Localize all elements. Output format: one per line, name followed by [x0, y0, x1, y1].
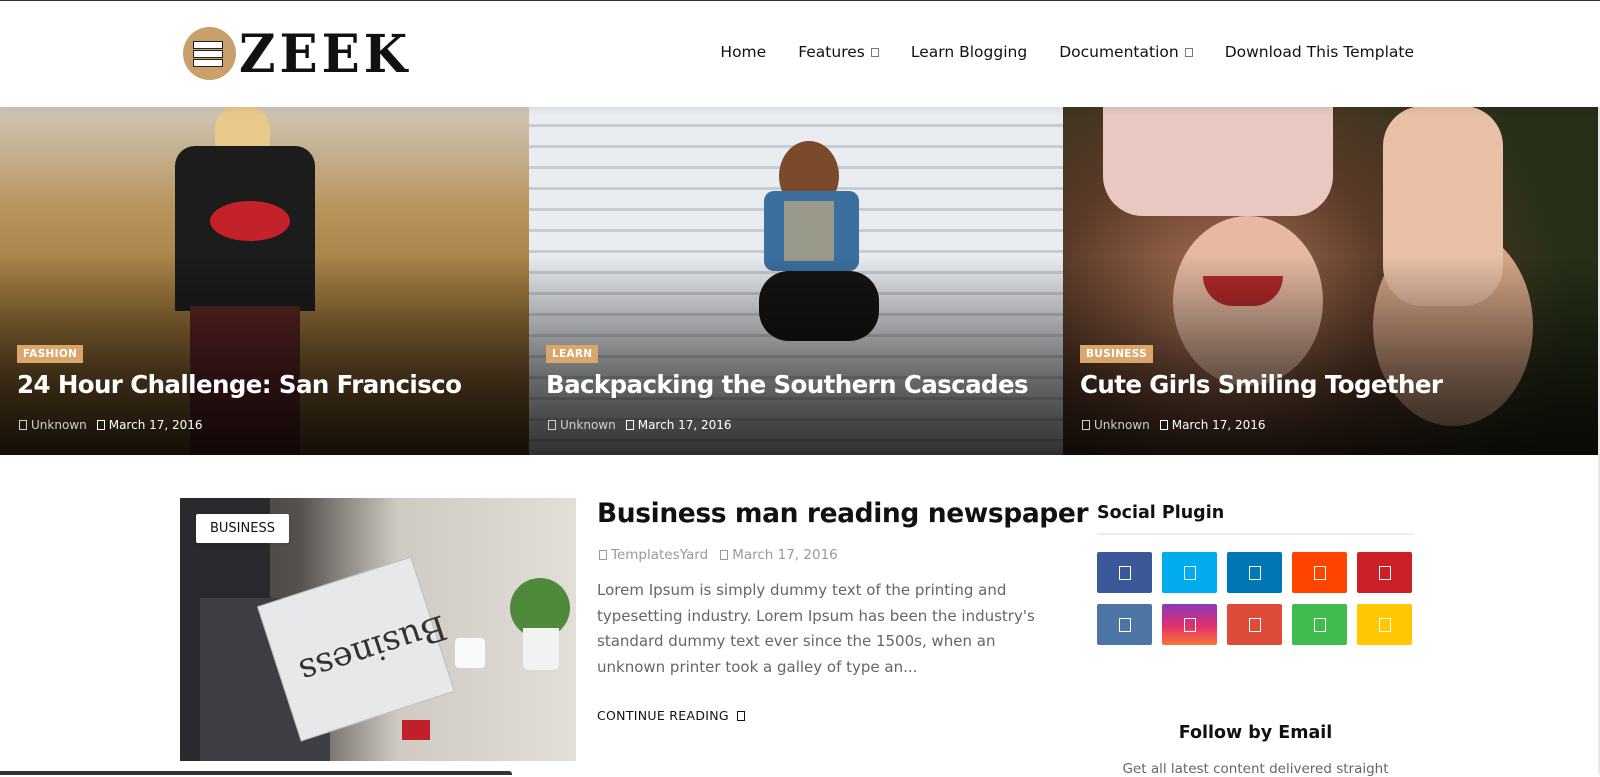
instagram-button[interactable] [1162, 604, 1217, 645]
divider [1097, 533, 1414, 535]
user-icon [548, 420, 556, 430]
hero-slider: FASHION 24 Hour Challenge: San Francisco… [0, 106, 1600, 455]
snapchat-icon [1378, 617, 1391, 632]
nav-label: Features [798, 43, 865, 61]
scroll-bar[interactable] [0, 771, 512, 775]
linkedin-icon [1248, 565, 1261, 580]
slide-meta: Unknown March 17, 2016 [548, 418, 732, 432]
whatsapp-icon [1313, 617, 1326, 632]
newspaper-headline: Business [294, 606, 452, 692]
reddit-button[interactable] [1292, 552, 1347, 593]
facebook-button[interactable] [1097, 552, 1152, 593]
site-header: ZEEK Home Features Learn Blogging Docume… [0, 0, 1600, 107]
follow-email-title: Follow by Email [1178, 723, 1333, 743]
nav-label: Documentation [1059, 43, 1179, 61]
linkedin-button[interactable] [1227, 552, 1282, 593]
post-excerpt: Lorem Ipsum is simply dummy text of the … [597, 581, 1035, 676]
continue-reading-link[interactable]: CONTINUE READING [597, 708, 749, 723]
whatsapp-button[interactable] [1292, 604, 1347, 645]
category-badge[interactable]: BUSINESS [196, 514, 289, 543]
category-badge[interactable]: LEARN [546, 345, 599, 363]
category-badge[interactable]: BUSINESS [1080, 345, 1154, 363]
logo-text: ZEEK [239, 22, 412, 84]
post-author[interactable]: Unknown [548, 418, 616, 432]
social-buttons [1097, 552, 1414, 645]
vk-button[interactable] [1097, 604, 1152, 645]
nav-label: Learn Blogging [910, 43, 1028, 61]
slide-meta: Unknown March 17, 2016 [1082, 418, 1266, 432]
nav-item-features[interactable]: Features [798, 43, 879, 61]
post-date: March 17, 2016 [96, 418, 203, 432]
hero-slide[interactable]: FASHION 24 Hour Challenge: San Francisco… [0, 106, 529, 455]
clock-icon [96, 420, 105, 430]
clock-icon [1159, 420, 1168, 430]
nav-item-learn-blogging[interactable]: Learn Blogging [911, 43, 1027, 61]
reddit-icon [1313, 565, 1326, 580]
logo-emblem-icon [183, 27, 236, 80]
arrow-right-icon [736, 710, 745, 721]
post-author[interactable]: Unknown [19, 418, 87, 432]
twitter-button[interactable] [1162, 552, 1217, 593]
pinterest-icon [1378, 565, 1391, 580]
post-date: March 17, 2016 [720, 547, 838, 563]
category-badge[interactable]: FASHION [17, 345, 84, 363]
social-widget-title: Social Plugin [1097, 503, 1225, 523]
site-logo[interactable]: ZEEK [183, 26, 411, 81]
clock-icon [625, 420, 634, 430]
google-plus-icon [1248, 617, 1261, 632]
instagram-icon [1183, 617, 1196, 632]
vk-icon [1118, 617, 1131, 632]
user-icon [599, 550, 607, 560]
clock-icon [720, 550, 729, 560]
main-nav: Home Features Learn Blogging Documentati… [720, 43, 1414, 61]
google-plus-button[interactable] [1227, 604, 1282, 645]
user-icon [1082, 420, 1090, 430]
slide-title[interactable]: Cute Girls Smiling Together [1080, 370, 1443, 399]
post-author[interactable]: TemplatesYard [599, 547, 708, 563]
post-date: March 17, 2016 [625, 418, 732, 432]
facebook-icon [1118, 565, 1131, 580]
post-date: March 17, 2016 [1159, 418, 1266, 432]
twitter-icon [1183, 565, 1196, 580]
post-author[interactable]: Unknown [1082, 418, 1150, 432]
nav-label: Download This Template [1224, 43, 1414, 61]
user-icon [19, 420, 27, 430]
nav-item-home[interactable]: Home [720, 43, 766, 61]
nav-item-download-template[interactable]: Download This Template [1225, 43, 1414, 61]
hero-slide[interactable]: LEARN Backpacking the Southern Cascades … [529, 106, 1063, 455]
slide-title[interactable]: 24 Hour Challenge: San Francisco [17, 370, 462, 399]
post-meta: TemplatesYard March 17, 2016 [599, 547, 838, 563]
chevron-down-icon [1184, 47, 1193, 57]
nav-label: Home [720, 43, 767, 61]
nav-item-documentation[interactable]: Documentation [1059, 43, 1193, 61]
chevron-down-icon [870, 47, 879, 57]
continue-label: CONTINUE READING [597, 708, 729, 723]
slide-title[interactable]: Backpacking the Southern Cascades [546, 370, 1029, 399]
snapchat-button[interactable] [1357, 604, 1412, 645]
hero-slide[interactable]: BUSINESS Cute Girls Smiling Together Unk… [1063, 106, 1600, 455]
post-title[interactable]: Business man reading newspaper [597, 498, 1089, 529]
slide-meta: Unknown March 17, 2016 [19, 418, 203, 432]
pinterest-button[interactable] [1357, 552, 1412, 593]
